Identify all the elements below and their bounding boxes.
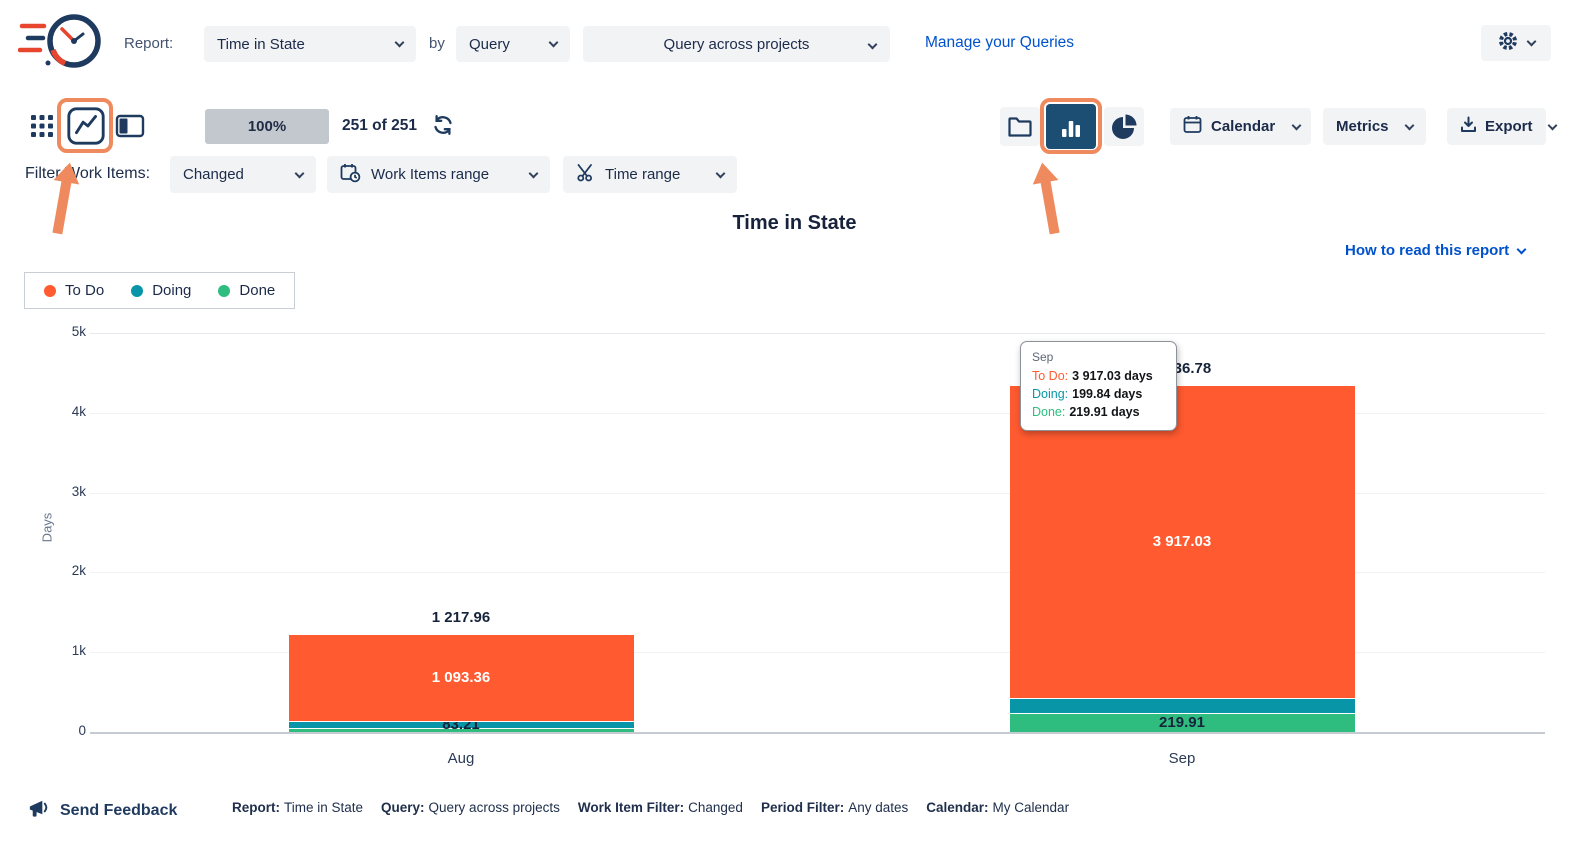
tooltip-series-value: 219.91 days	[1069, 405, 1139, 419]
tooltip-series-label: To Do:	[1032, 369, 1068, 383]
y-axis-tick: 4k	[40, 404, 86, 419]
tooltip-series-value: 199.84 days	[1072, 387, 1142, 401]
tooltip-series-label: Doing:	[1032, 387, 1068, 401]
bar-total-label: 1 217.96	[361, 609, 561, 626]
bar-segment-value-label: 1 093.36	[361, 669, 561, 686]
x-axis-tick: Sep	[1082, 750, 1282, 767]
x-axis-tick: Aug	[361, 750, 561, 767]
bar-segment-value-label: 3 917.03	[1082, 533, 1282, 550]
y-axis-tick: 2k	[40, 563, 86, 578]
chart-tooltip: Sep To Do: 3 917.03 days Doing: 199.84 day…	[1020, 341, 1177, 431]
y-axis-tick: 3k	[40, 484, 86, 499]
bar-segment-value-label: 219.91	[1082, 714, 1282, 731]
gridline	[90, 732, 1545, 734]
chart-plot-area: 01k2k3k4k5k83.211 093.361 217.96Aug219.9…	[0, 0, 1589, 849]
bar-segment-sep-doing[interactable]	[1010, 699, 1355, 715]
tooltip-series-value: 3 917.03 days	[1072, 369, 1153, 383]
tooltip-row-doing: Doing: 199.84 days	[1032, 385, 1165, 403]
y-axis-tick: 0	[40, 723, 86, 738]
tooltip-row-to-do: To Do: 3 917.03 days	[1032, 367, 1165, 385]
tooltip-title: Sep	[1032, 350, 1165, 364]
y-axis-tick: 5k	[40, 324, 86, 339]
gridline	[90, 333, 1545, 334]
tooltip-series-label: Done:	[1032, 405, 1065, 419]
y-axis-tick: 1k	[40, 643, 86, 658]
tooltip-row-done: Done: 219.91 days	[1032, 403, 1165, 421]
